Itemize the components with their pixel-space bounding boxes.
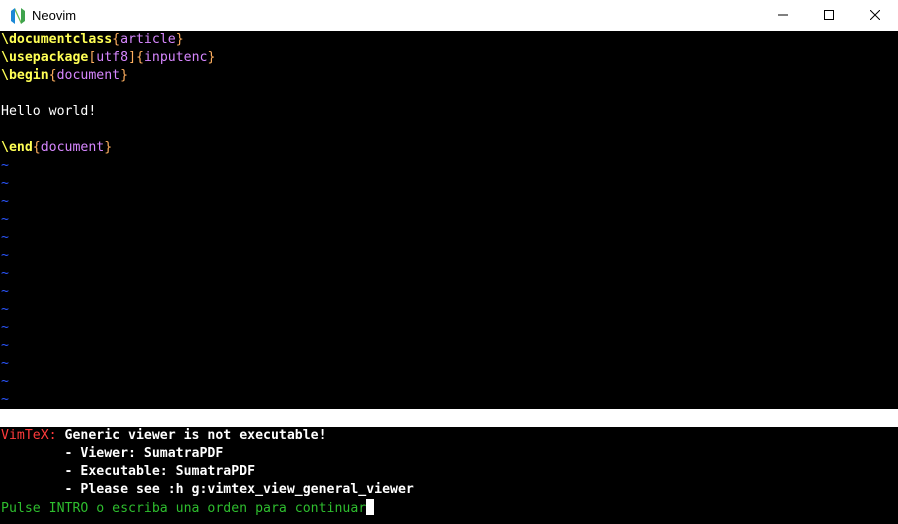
buffer-line-empty <box>0 121 898 139</box>
latex-command: \end <box>1 140 33 155</box>
title-bar[interactable]: Neovim <box>0 0 898 31</box>
minimize-icon <box>778 8 788 23</box>
empty-line-tilde: ~ <box>1 374 9 389</box>
close-icon <box>869 8 881 23</box>
brace: { <box>112 32 121 47</box>
empty-line-tilde: ~ <box>1 176 9 191</box>
empty-line-tilde: ~ <box>1 158 9 173</box>
buffer-line-empty <box>0 85 898 103</box>
message-line: VimTeX: Generic viewer is not executable… <box>0 427 898 445</box>
neovim-window: Neovim \documentclass{article} \usepacka… <box>0 0 898 524</box>
maximize-icon <box>824 8 834 23</box>
latex-argument: article <box>120 32 176 47</box>
buffer-line: \documentclass{article} <box>0 31 898 49</box>
neovim-logo-icon <box>10 7 26 24</box>
buffer-line: \begin{document} <box>0 67 898 85</box>
empty-line-tilde: ~ <box>1 320 9 335</box>
status-line <box>0 409 898 427</box>
minimize-button[interactable] <box>760 0 806 31</box>
bracket: ] <box>128 50 137 65</box>
buffer-line: \usepackage[utf8]{inputenc} <box>0 49 898 67</box>
latex-argument: document <box>40 140 105 155</box>
message-detail: - Viewer: SumatraPDF <box>1 446 224 461</box>
brace: { <box>48 68 57 83</box>
message-detail: - Please see :h g:vimtex_view_general_vi… <box>1 482 414 497</box>
close-button[interactable] <box>852 0 898 31</box>
latex-option: utf8 <box>96 50 129 65</box>
latex-command: \usepackage <box>1 50 89 65</box>
continue-prompt: Pulse INTRO o escriba una orden para con… <box>1 501 367 516</box>
buffer-line: \end{document} <box>0 139 898 157</box>
text-cursor <box>366 499 375 515</box>
empty-line-tilde: ~ <box>1 302 9 317</box>
latex-command: \begin <box>1 68 49 83</box>
latex-argument: inputenc <box>143 50 208 65</box>
error-message: Generic viewer is not executable! <box>56 428 327 443</box>
empty-line-tilde: ~ <box>1 338 9 353</box>
brace: } <box>120 68 129 83</box>
empty-line-tilde: ~ <box>1 356 9 371</box>
empty-line-tilde: ~ <box>1 284 9 299</box>
brace: } <box>207 50 216 65</box>
empty-line-tilde: ~ <box>1 248 9 263</box>
editor-buffer[interactable]: \documentclass{article} \usepackage[utf8… <box>0 31 898 409</box>
empty-line-tilde: ~ <box>1 212 9 227</box>
empty-line-tilde: ~ <box>1 266 9 281</box>
brace: } <box>104 140 113 155</box>
brace: { <box>136 50 144 65</box>
buffer-line-text: Hello world! <box>1 104 97 119</box>
maximize-button[interactable] <box>806 0 852 31</box>
empty-line-tilde: ~ <box>1 230 9 245</box>
message-area[interactable]: VimTeX: Generic viewer is not executable… <box>0 427 898 524</box>
empty-line-tilde: ~ <box>1 194 9 209</box>
latex-command: \documentclass <box>1 32 113 47</box>
vimtex-tag: VimTeX: <box>1 428 57 443</box>
brace: { <box>32 140 41 155</box>
latex-argument: document <box>56 68 121 83</box>
message-detail: - Executable: SumatraPDF <box>1 464 256 479</box>
window-title: Neovim <box>32 8 77 23</box>
command-prompt-line[interactable]: Pulse INTRO o escriba una orden para con… <box>0 499 898 517</box>
brace: } <box>175 32 184 47</box>
empty-line-tilde: ~ <box>1 392 9 407</box>
